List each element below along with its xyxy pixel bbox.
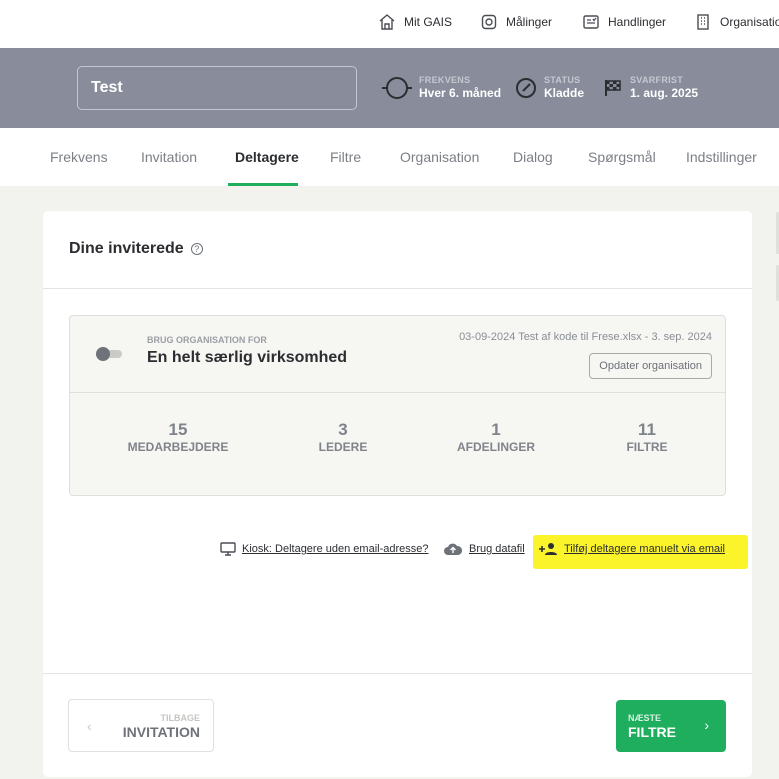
nav-malinger-label: Målinger — [506, 15, 553, 29]
chevron-left-icon: ‹ — [87, 718, 92, 734]
section-title: Dine inviterede ? — [69, 240, 203, 258]
stat-employees-label: MEDARBEJDERE — [127, 440, 229, 454]
home-icon — [379, 14, 395, 30]
building-icon — [697, 14, 709, 30]
tab-dialog[interactable]: Dialog — [513, 128, 553, 186]
tab-deltagere[interactable]: Deltagere — [235, 128, 299, 186]
status-info: STATUS Kladde — [515, 74, 584, 101]
datafile-link-label: Brug datafil — [469, 543, 525, 555]
measurements-icon — [481, 14, 497, 30]
participants-card: Dine inviterede ? BRUG ORGANISATION FOR … — [43, 211, 752, 777]
toggle-knob — [96, 347, 110, 361]
stat-managers-label: LEDERE — [318, 440, 368, 454]
help-icon[interactable]: ? — [190, 243, 203, 255]
tab-indstillinger[interactable]: Indstillinger — [686, 128, 757, 186]
survey-title-field[interactable]: Test — [77, 66, 357, 110]
next-button-small-label: NÆSTE — [628, 713, 662, 723]
survey-header: Test FREKVENS Hver 6. måned STATUS Kladd… — [0, 48, 779, 128]
chevron-right-icon: › — [704, 717, 709, 733]
nav-malinger[interactable]: Målinger — [480, 12, 552, 32]
monitor-icon — [220, 542, 236, 556]
organisation-divider — [70, 392, 725, 393]
back-button-small-label: TILBAGE — [160, 713, 201, 723]
tab-filtre[interactable]: Filtre — [330, 128, 361, 186]
stat-managers: 3 LEDERE — [273, 420, 413, 454]
stat-departments: 1 AFDELINGER — [426, 420, 566, 454]
use-organisation-toggle[interactable] — [96, 347, 124, 361]
add-person-icon — [539, 543, 557, 555]
divider — [43, 288, 752, 289]
section-title-text: Dine inviterede — [69, 240, 184, 257]
kiosk-link-label: Kiosk: Deltagere uden email-adresse? — [242, 543, 429, 555]
deadline-value: 1. aug. 2025 — [630, 86, 699, 100]
datafile-link[interactable]: Brug datafil — [443, 542, 525, 556]
update-organisation-button[interactable]: Opdater organisation — [589, 353, 712, 379]
organisation-panel: BRUG ORGANISATION FOR En helt særlig vir… — [69, 315, 726, 496]
kiosk-link[interactable]: Kiosk: Deltagere uden email-adresse? — [220, 542, 429, 556]
active-tab-indicator — [228, 183, 298, 186]
stat-filters: 11 FILTRE — [577, 420, 717, 454]
survey-title: Test — [91, 79, 123, 96]
use-organisation-label: BRUG ORGANISATION FOR — [147, 335, 267, 345]
deadline-info: SVARFRIST 1. aug. 2025 — [603, 74, 698, 101]
top-navigation: Mit GAIS Målinger Handlinger Organisatio… — [0, 0, 779, 48]
stat-departments-label: AFDELINGER — [457, 440, 535, 454]
nav-organisation[interactable]: Organisation — [694, 12, 779, 32]
nav-organisation-label: Organisation — [720, 15, 779, 29]
frequency-value: Hver 6. måned — [419, 86, 502, 100]
stat-employees: 15 MEDARBEJDERE — [108, 420, 248, 454]
tab-organisation[interactable]: Organisation — [400, 128, 479, 186]
frequency-icon — [382, 76, 412, 99]
organisation-file-info: 03-09-2024 Test af kode til Frese.xlsx -… — [459, 331, 712, 343]
stat-departments-value: 1 — [491, 420, 501, 439]
next-button-label: FILTRE — [628, 724, 676, 740]
back-button-label: INVITATION — [122, 724, 200, 740]
status-gauge-icon — [516, 77, 536, 98]
frequency-label: FREKVENS — [419, 75, 471, 85]
status-value: Kladde — [544, 86, 585, 100]
organisation-name: En helt særlig virksomhed — [147, 349, 348, 366]
cloud-upload-icon — [444, 543, 463, 555]
tab-sporgsmal[interactable]: Spørgsmål — [588, 128, 656, 186]
stat-filters-label: FILTRE — [626, 440, 668, 454]
frequency-info: FREKVENS Hver 6. måned — [382, 74, 501, 101]
nav-mit-gais[interactable]: Mit GAIS — [378, 12, 452, 32]
checkered-flag-icon — [605, 79, 621, 96]
tab-invitation[interactable]: Invitation — [141, 128, 197, 186]
nav-handlinger[interactable]: Handlinger — [582, 12, 666, 32]
next-button[interactable]: NÆSTE FILTRE › — [616, 700, 726, 752]
status-label: STATUS — [544, 75, 581, 85]
tab-frekvens[interactable]: Frekvens — [50, 128, 108, 186]
step-tabs: Frekvens Invitation Deltagere Filtre Org… — [0, 128, 779, 186]
stat-employees-value: 15 — [168, 420, 188, 439]
nav-mit-gais-label: Mit GAIS — [404, 15, 453, 29]
add-manually-link-label: Tilføj deltagere manuelt via email — [564, 543, 725, 555]
actions-icon — [583, 15, 599, 29]
deadline-label: SVARFRIST — [630, 75, 684, 85]
divider — [43, 673, 752, 674]
add-manually-link[interactable]: Tilføj deltagere manuelt via email — [538, 542, 725, 556]
stat-filters-value: 11 — [638, 420, 656, 439]
back-button[interactable]: ‹ TILBAGE INVITATION — [68, 699, 214, 752]
stat-managers-value: 3 — [338, 420, 348, 439]
nav-handlinger-label: Handlinger — [608, 15, 667, 29]
